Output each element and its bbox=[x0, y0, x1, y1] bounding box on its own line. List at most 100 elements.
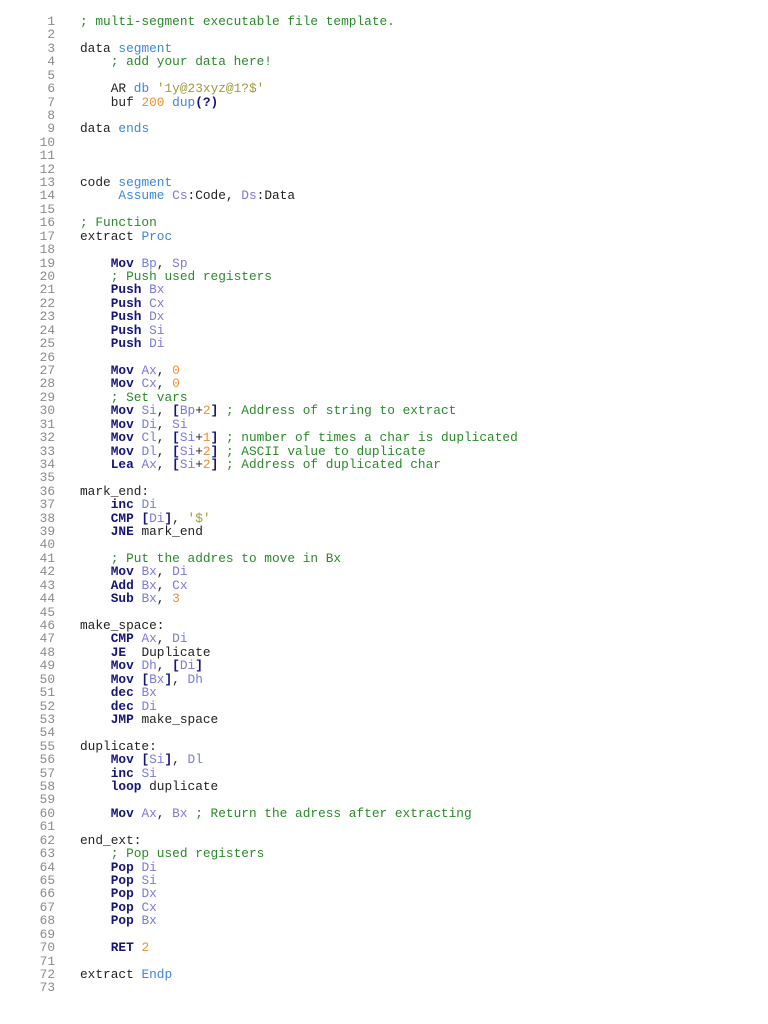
code-line[interactable]: 55 duplicate: bbox=[0, 739, 768, 753]
code-line[interactable]: 12 bbox=[0, 162, 768, 176]
code-line[interactable]: 8 bbox=[0, 109, 768, 123]
line-number: 60 bbox=[39, 805, 55, 821]
code-line[interactable]: 54 bbox=[0, 726, 768, 740]
code-line[interactable]: 34 Lea Ax, [Si+2] ; Address of duplicate… bbox=[0, 457, 768, 471]
code-line[interactable]: 37 inc Di bbox=[0, 497, 768, 513]
code-line[interactable]: 70 RET 2 bbox=[0, 940, 768, 956]
code-line[interactable]: 39 JNE mark_end bbox=[0, 525, 768, 539]
line-number: 58 bbox=[39, 779, 55, 795]
line-number: 31 bbox=[39, 416, 55, 432]
code-line[interactable]: 51 dec Bx bbox=[0, 686, 768, 700]
code-line[interactable]: 31 Mov Di, Si bbox=[0, 416, 768, 432]
code-token: Bx bbox=[172, 805, 188, 821]
code-line[interactable]: 48 JE Duplicate bbox=[0, 645, 768, 659]
code-line[interactable]: 1 ; multi-segment executable file templat… bbox=[0, 15, 768, 29]
code-line[interactable]: 67 Pop Cx bbox=[0, 899, 768, 915]
line-number: 65 bbox=[39, 873, 55, 888]
code-line[interactable]: 11 bbox=[0, 149, 768, 163]
code-line[interactable]: 20 ; Push used registers bbox=[0, 270, 768, 284]
code-line[interactable]: 42 Mov Bx, Di bbox=[0, 565, 768, 579]
code-line[interactable]: 17 extract Proc bbox=[0, 229, 768, 243]
code-line[interactable]: 52 dec Di bbox=[0, 699, 768, 713]
code-line[interactable]: 50 Mov [Bx], Dh bbox=[0, 672, 768, 686]
code-line[interactable]: 33 Mov Dl, [Si+2] ; ASCII value to dupli… bbox=[0, 444, 768, 458]
code-text: Lea Ax, [Si+2] ; Address of duplicated c… bbox=[80, 458, 441, 471]
code-line[interactable]: 32 Mov Cl, [Si+1] ; number of times a ch… bbox=[0, 431, 768, 445]
line-number: 27 bbox=[39, 362, 55, 378]
code-text: ; Push used registers bbox=[80, 270, 272, 283]
code-text: end_ext: bbox=[80, 834, 141, 847]
code-line[interactable]: 63 ; Pop used registers bbox=[0, 847, 768, 861]
code-line[interactable]: 58 loop duplicate bbox=[0, 779, 768, 795]
code-token: Mov bbox=[80, 805, 142, 821]
code-line[interactable]: 26 bbox=[0, 350, 768, 364]
code-line[interactable]: 18 bbox=[0, 243, 768, 257]
code-line[interactable]: 2 bbox=[0, 28, 768, 42]
code-line[interactable]: 56 Mov [Si], Dl bbox=[0, 753, 768, 767]
code-line[interactable]: 14 Assume Cs:Code, Ds:Data bbox=[0, 189, 768, 203]
code-line[interactable]: 47 CMP Ax, Di bbox=[0, 632, 768, 646]
code-line[interactable]: 3 data segment bbox=[0, 41, 768, 55]
code-line[interactable]: 9 data ends bbox=[0, 121, 768, 137]
line-number: 37 bbox=[39, 497, 55, 513]
code-line[interactable]: 4 ; add your data here! bbox=[0, 55, 768, 69]
code-line[interactable]: 65 Pop Si bbox=[0, 873, 768, 888]
code-text: JNE mark_end bbox=[80, 525, 203, 538]
code-text: ; add your data here! bbox=[80, 55, 272, 68]
code-text: Mov Si, [Bp+2] ; Address of string to ex… bbox=[80, 404, 457, 417]
code-line[interactable]: 71 bbox=[0, 954, 768, 968]
code-token: , bbox=[156, 805, 173, 821]
line-number: 44 bbox=[39, 591, 55, 607]
code-line[interactable]: 61 bbox=[0, 820, 768, 834]
code-line[interactable]: 46 make_space: bbox=[0, 619, 768, 633]
code-line[interactable]: 62 end_ext: bbox=[0, 832, 768, 848]
code-line[interactable]: 40 bbox=[0, 538, 768, 552]
code-line[interactable]: 35 bbox=[0, 471, 768, 485]
code-token: [ bbox=[172, 456, 180, 472]
code-line[interactable]: 53 JMP make_space bbox=[0, 711, 768, 727]
code-token: ; Address of duplicated char bbox=[218, 456, 441, 472]
line-number: 70 bbox=[39, 940, 55, 956]
code-line[interactable]: 29 ; Set vars bbox=[0, 390, 768, 404]
code-line[interactable]: 7 buf 200 dup(?) bbox=[0, 95, 768, 109]
code-line[interactable]: 16 ; Function bbox=[0, 216, 768, 230]
code-editor[interactable]: 1 ; multi-segment executable file templat… bbox=[0, 15, 768, 995]
code-line[interactable]: 44 Sub Bx, 3 bbox=[0, 591, 768, 607]
code-line[interactable]: 60 Mov Ax, Bx ; Return the adress after … bbox=[0, 805, 768, 821]
code-line[interactable]: 6 AR db '1y@23xyz@1?$' bbox=[0, 82, 768, 96]
code-line[interactable]: 49 Mov Dh, [Di] bbox=[0, 659, 768, 673]
code-token: ends bbox=[118, 121, 150, 137]
code-line[interactable]: 72 extract Endp bbox=[0, 968, 768, 982]
code-line[interactable]: 38 CMP [Di], '$' bbox=[0, 511, 768, 525]
code-line[interactable]: 64 Pop Di bbox=[0, 860, 768, 874]
code-line[interactable]: 21 Push Bx bbox=[0, 283, 768, 297]
line-number: 53 bbox=[39, 711, 55, 727]
code-line[interactable]: 27 Mov Ax, 0 bbox=[0, 362, 768, 378]
code-line[interactable]: 36 mark_end: bbox=[0, 484, 768, 498]
code-line[interactable]: 15 bbox=[0, 202, 768, 216]
code-line[interactable]: 10 bbox=[0, 135, 768, 149]
code-line[interactable]: 28 Mov Cx, 0 bbox=[0, 377, 768, 391]
code-line[interactable]: 25 Push Di bbox=[0, 337, 768, 351]
code-line[interactable]: 68 Pop Bx bbox=[0, 914, 768, 928]
code-line[interactable]: 30 Mov Si, [Bp+2] ; Address of string to… bbox=[0, 404, 768, 418]
code-line[interactable]: 24 Push Si bbox=[0, 323, 768, 337]
line-number: 13 bbox=[39, 175, 55, 191]
code-line[interactable]: 45 bbox=[0, 605, 768, 619]
line-number: 62 bbox=[39, 832, 55, 848]
code-line[interactable]: 59 bbox=[0, 793, 768, 807]
code-line[interactable]: 69 bbox=[0, 927, 768, 941]
code-line[interactable]: 23 Push Dx bbox=[0, 310, 768, 324]
code-line[interactable]: 5 bbox=[0, 68, 768, 82]
code-line[interactable]: 43 Add Bx, Cx bbox=[0, 578, 768, 592]
code-token: make_space bbox=[141, 711, 219, 727]
code-text: ; Set vars bbox=[80, 391, 188, 404]
line-number: 67 bbox=[39, 899, 55, 915]
code-line[interactable]: 57 inc Si bbox=[0, 766, 768, 780]
code-line[interactable]: 41 ; Put the addres to move in Bx bbox=[0, 551, 768, 565]
code-line[interactable]: 73 bbox=[0, 981, 768, 995]
code-line[interactable]: 19 Mov Bp, Sp bbox=[0, 256, 768, 270]
code-line[interactable]: 13 code segment bbox=[0, 175, 768, 191]
code-line[interactable]: 22 Push Cx bbox=[0, 296, 768, 310]
code-line[interactable]: 66 Pop Dx bbox=[0, 887, 768, 901]
